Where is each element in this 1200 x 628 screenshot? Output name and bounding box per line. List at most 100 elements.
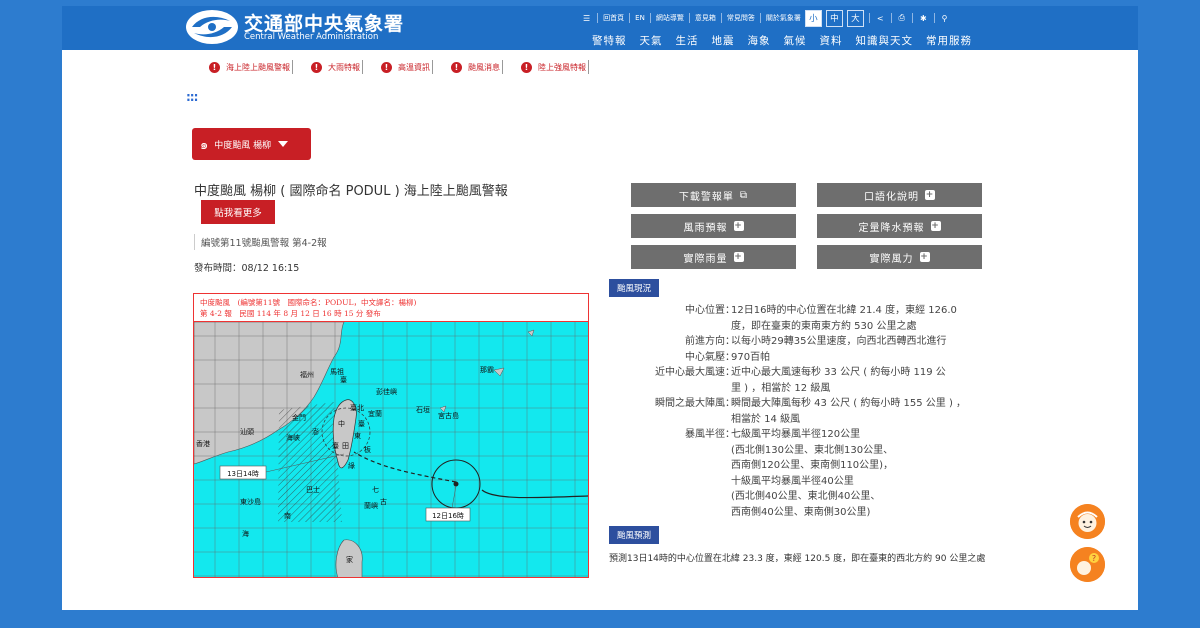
divider (629, 13, 631, 23)
see-more-button[interactable]: 點我看更多 (201, 200, 275, 224)
accesskey-marker[interactable]: ::: (186, 90, 198, 104)
wind-rain-forecast-button[interactable]: 風雨預報 + (631, 214, 796, 238)
button-label: 風雨預報 (683, 222, 728, 234)
nav-data[interactable]: 資料 (820, 33, 843, 48)
settings-icon[interactable]: ✱ (916, 14, 931, 23)
place-bashi: 巴士 (306, 485, 320, 494)
exclamation-icon: ! (381, 61, 392, 73)
place-shantou: 汕頭 (240, 427, 254, 436)
typhoon-warning-map[interactable]: 中度颱風 (編號第11號 國際命名：PODUL，中文譯名：楊柳) 第 4-2 報… (193, 293, 589, 578)
situation-row: 中心位置： 12日16時的中心位置在北緯 21.4 度，東經 126.0 度，即在… (609, 303, 1009, 334)
button-label: 口語化說明 (864, 191, 919, 203)
place-jinmen: 金門 (292, 413, 306, 422)
nav-marine[interactable]: 海象 (748, 33, 771, 48)
nav-earthquake[interactable]: 地震 (712, 33, 735, 48)
map-canvas: 13日14時 12日16時 福州 馬祖 彭佳嶼 臺北 宜蘭 金門 汕頭 香港 石… (194, 322, 588, 577)
alert-label: 颱風消息 (468, 62, 500, 72)
place-tai2: 臺 (358, 419, 365, 428)
actual-rainfall-button[interactable]: 實際雨量 + (631, 245, 796, 269)
util-link-feedback[interactable]: 意見箱 (693, 13, 718, 23)
alert-high-temp[interactable]: ! 高溫資訊 (379, 60, 449, 74)
situation-line: 970百帕 (731, 351, 771, 363)
place-gu: 古 (380, 497, 387, 506)
situation-line: (西北側40公里、東北側40公里、 (731, 491, 881, 502)
situation-line: (西北側130公里、東北側130公里、 (731, 444, 894, 456)
divider (868, 13, 870, 23)
place-pengjia: 彭佳嶼 (376, 387, 397, 396)
place-lanyu: 蘭嶼 (364, 501, 378, 510)
place-tw: 臺 (332, 441, 339, 450)
button-label: 下載警報單 (678, 191, 734, 203)
search-icon[interactable]: ⚲ (938, 14, 952, 23)
plus-icon: + (930, 221, 941, 231)
alert-typhoon-news[interactable]: ! 颱風消息 (449, 60, 519, 74)
divider (292, 60, 293, 74)
qpf-button[interactable]: 定量降水預報 + (817, 214, 982, 238)
place-taibei: 臺北 (350, 403, 364, 412)
button-label: 實際雨量 (683, 253, 728, 265)
verbal-explanation-button[interactable]: 口語化說明 + (817, 183, 982, 207)
nav-weather[interactable]: 天氣 (640, 33, 663, 48)
situation-line: 里 ) ，相當於 12 級風 (731, 382, 831, 394)
situation-line: 西南側120公里、東南側110公里)， (731, 460, 894, 471)
cwa-logo[interactable] (186, 10, 238, 44)
alert-heavy-rain[interactable]: ! 大雨特報 (309, 60, 379, 74)
font-size-medium-button[interactable]: 中 (825, 9, 843, 27)
place-yilan: 宜蘭 (368, 409, 382, 418)
situation-key: 中心氣壓 (685, 351, 725, 363)
share-icon[interactable]: < (873, 14, 888, 23)
actual-wind-button[interactable]: 實際風力 + (817, 245, 982, 269)
logo-title-en: Central Weather Administration (244, 32, 379, 42)
situation-line: 瞬間最大陣風每秒 43 公尺 ( 約每小時 155 公里 ) ， (731, 398, 967, 409)
storm-center-marker (453, 481, 459, 487)
place-fuzhou: 福州 (300, 370, 314, 379)
exclamation-icon: ! (209, 61, 220, 73)
warning-title: 中度颱風 楊柳 ( 國際命名 PODUL ) 海上陸上颱風警報 (194, 184, 508, 199)
place-xianggang: 香港 (196, 439, 210, 448)
exclamation-icon: ! (451, 61, 462, 73)
situation-line: 近中心最大風速每秒 33 公尺 ( 約每小時 119 公 (731, 367, 946, 378)
nav-warnings[interactable]: 警特報 (592, 33, 627, 48)
help-button[interactable]: ? (1070, 547, 1105, 582)
place-lu: 綠 (348, 461, 355, 470)
nav-knowledge[interactable]: 知識與天文 (856, 33, 914, 48)
font-size-small-button[interactable]: 小 (804, 9, 822, 27)
alert-label: 高溫資訊 (398, 62, 430, 72)
divider (649, 13, 651, 23)
map-header-line1: 中度颱風 (編號第11號 國際命名：PODUL，中文譯名：楊柳) (200, 298, 417, 307)
alert-typhoon-warning[interactable]: ! 海上陸上颱風警報 (207, 60, 309, 74)
place-nan: 南 (284, 511, 291, 520)
alert-strong-wind[interactable]: ! 陸上強風特報 (519, 60, 605, 74)
plus-icon: + (925, 190, 935, 200)
util-link-home[interactable]: 回首頁 (601, 13, 626, 23)
nav-climate[interactable]: 氣候 (784, 33, 807, 48)
situation-row: 近中心最大風速： 近中心最大風速每秒 33 公尺 ( 約每小時 119 公里 )… (609, 365, 1009, 396)
util-link-sitemap[interactable]: 網站導覽 (654, 13, 686, 23)
plus-icon: + (733, 252, 744, 262)
alert-label: 大雨特報 (328, 62, 360, 72)
situation-line: 以每小時29轉35公里速度，向西北西轉西北進行 (731, 336, 947, 347)
util-link-en[interactable]: EN (633, 14, 647, 22)
print-icon[interactable]: ⎙ (895, 13, 909, 23)
place-pen: 澎 (312, 427, 319, 436)
chatbot-button[interactable] (1070, 504, 1105, 539)
map-header: 中度颱風 (編號第11號 國際命名：PODUL，中文譯名：楊柳) 第 4-2 報… (194, 294, 588, 322)
situation-key: 中心位置 (685, 305, 725, 316)
place-gonggu: 宮古島 (438, 411, 459, 420)
font-size-large-button[interactable]: 大 (846, 9, 864, 27)
place-tian: 田 (342, 442, 349, 450)
typhoon-selector[interactable]: ๑ 中度颱風 楊柳 (192, 128, 311, 160)
divider (759, 13, 761, 23)
nav-life[interactable]: 生活 (676, 33, 699, 48)
situation-line: 西南側40公里、東南側30公里) (731, 506, 871, 518)
alert-bar: ! 海上陸上颱風警報 ! 大雨特報 ! 高溫資訊 ! 颱風消息 ! 陸上強風特報 (207, 59, 605, 75)
situation-row: 暴風半徑： 七級風平均暴風半徑120公里 (西北側130公里、東北側130公里、… (609, 427, 1009, 520)
util-link-faq[interactable]: 常見問答 (725, 13, 757, 23)
util-link-about[interactable]: 關於氣象署 (764, 13, 803, 23)
nav-services[interactable]: 常用服務 (926, 33, 972, 48)
situation-key: 前進方向 (685, 336, 725, 347)
menu-icon[interactable]: ☰ (579, 14, 594, 23)
plus-icon: + (919, 252, 930, 262)
divider (432, 60, 433, 74)
download-warning-button[interactable]: 下載警報單 ⧉ (631, 183, 796, 207)
